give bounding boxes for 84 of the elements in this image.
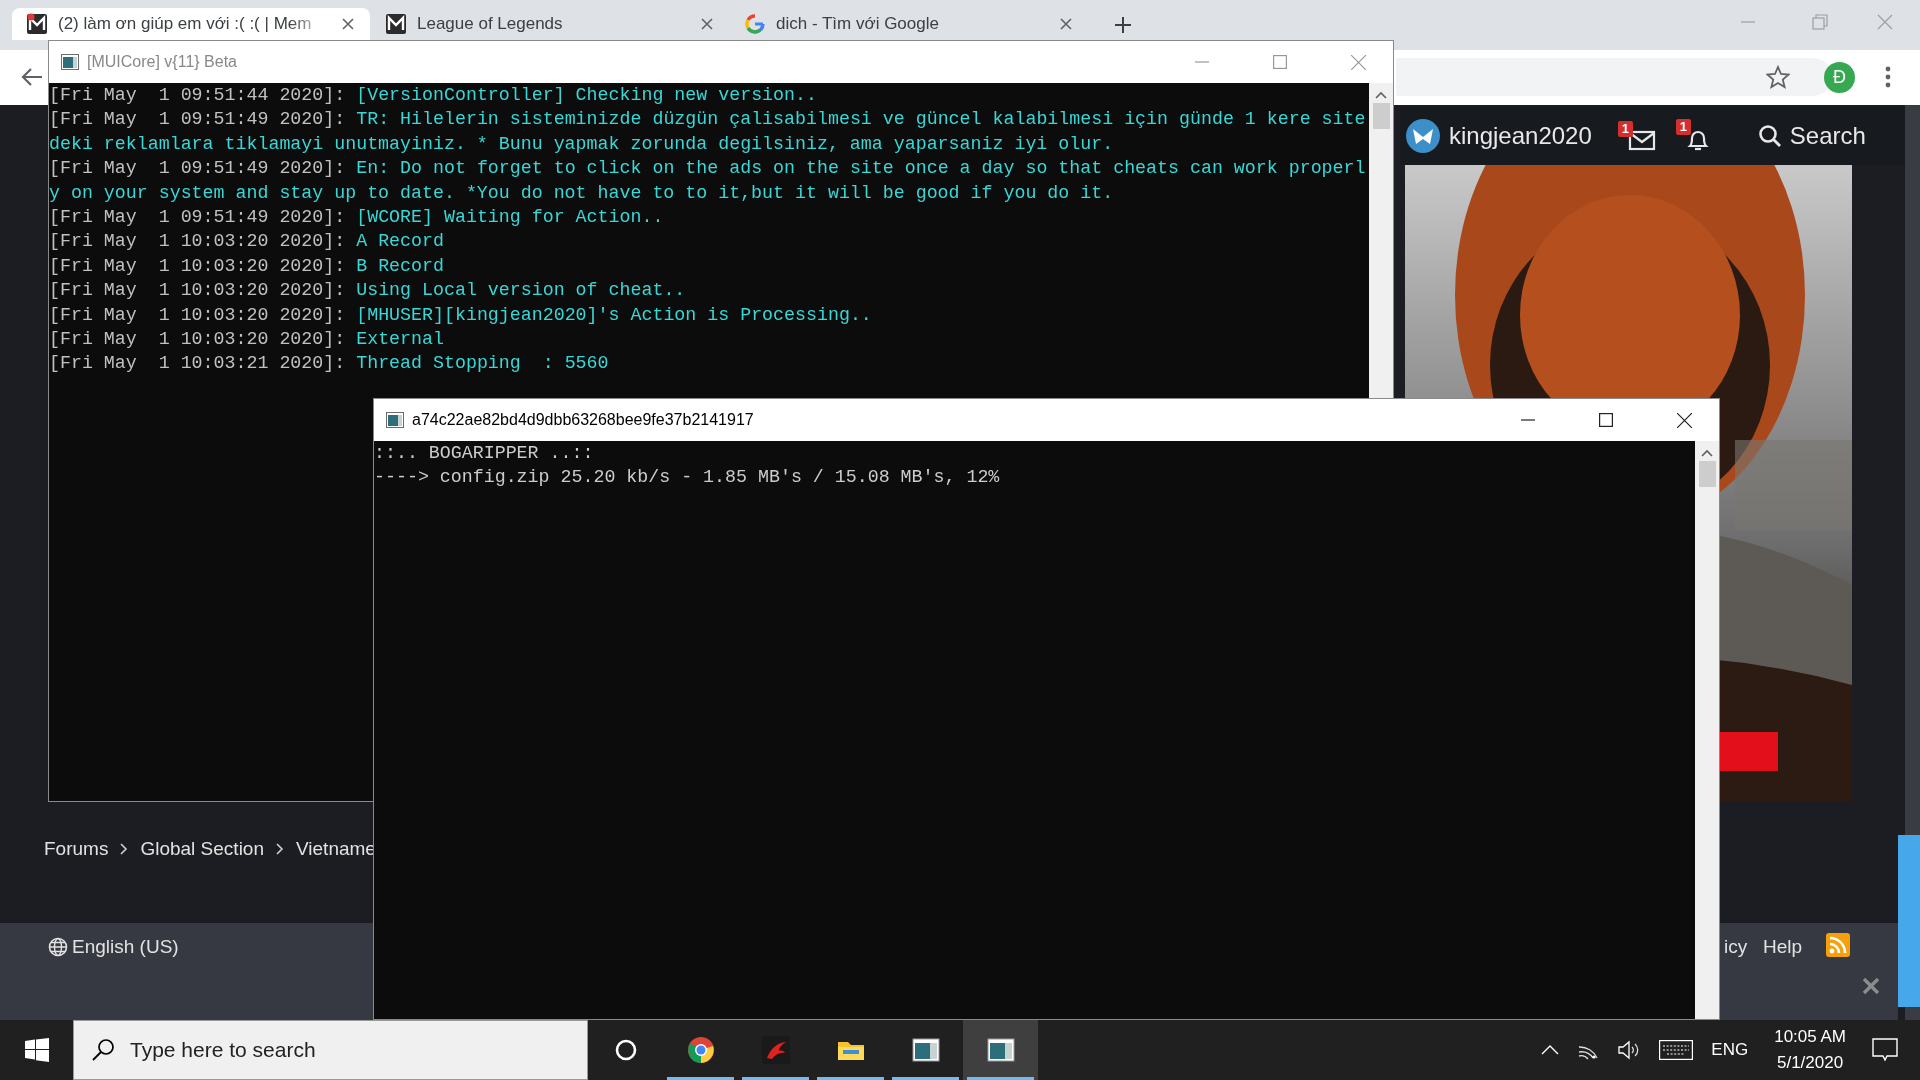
notification-icon[interactable] — [1872, 1037, 1898, 1063]
star-icon[interactable] — [1766, 65, 1790, 89]
google-icon — [744, 13, 766, 35]
log-timestamp: [Fri May 1 10:03:20 2020]: — [49, 231, 346, 252]
close-icon[interactable] — [340, 16, 356, 32]
console-icon — [61, 54, 79, 70]
scroll-up-icon[interactable] — [1701, 449, 1713, 457]
log-timestamp: [Fri May 1 10:03:20 2020]: — [49, 280, 346, 301]
log-message: [MHUSER][kingjean2020]'s Action is Processing.. — [356, 304, 872, 325]
clock[interactable]: 10:05 AM 5/1/2020 — [1774, 1024, 1846, 1076]
close-icon[interactable] — [1058, 16, 1074, 32]
avatar-icon — [1405, 118, 1441, 154]
alerts-button[interactable]: 1 — [1675, 119, 1710, 153]
console-icon — [911, 1036, 940, 1064]
log-message: Thread Stopping : 5560 — [356, 353, 609, 374]
browser-tab[interactable]: (2) làm ơn giúp em với :( :( | Mem — [12, 8, 370, 40]
chevron-icon — [120, 843, 129, 856]
log-timestamp: [Fri May 1 10:03:20 2020]: — [49, 255, 346, 276]
search-icon — [1757, 124, 1782, 148]
console-line: ::.. BOGARIPPER ..:: — [374, 443, 594, 463]
keyboard-icon[interactable] — [1659, 1040, 1694, 1060]
back-arrow-icon[interactable] — [21, 67, 43, 87]
cortana-icon — [613, 1038, 638, 1062]
log-timestamp: [Fri May 1 09:51:49 2020]: — [49, 158, 346, 179]
scrollbar-thumb[interactable] — [1698, 461, 1716, 487]
scroll-up-icon[interactable] — [1375, 91, 1387, 99]
log-message: [WCORE] Waiting for Action.. — [356, 207, 664, 228]
window-title: a74c22ae82bd4d9dbb63268bee9fe37b2141917 — [412, 410, 755, 430]
maximize-icon — [1599, 413, 1613, 427]
search-icon — [91, 1038, 115, 1062]
log-timestamp: [Fri May 1 09:51:44 2020]: — [49, 85, 346, 105]
close-icon[interactable] — [1862, 977, 1880, 995]
log-message: deki reklamlara tiklamayi unutmayiniz. * Bunu yapmak zorunda degilsiniz, ama yaparsaniz iyi olur. — [49, 133, 1114, 154]
footer-link[interactable]: Help — [1763, 933, 1803, 962]
m-logo-icon — [26, 13, 48, 35]
breadcrumb-link[interactable]: Global Section — [140, 835, 264, 864]
log-message: A Record — [356, 231, 444, 252]
close-icon[interactable] — [699, 16, 715, 32]
log-message: En: Do not forget to click on the ads on the site once a day so that cheats can work properl — [356, 158, 1366, 179]
browser-tab[interactable]: dich - Tìm với Google — [730, 8, 1088, 40]
log-message: TR: Hilelerin sisteminizde düzgün çalisabilmesi ve güncel kalabilmesi için günde 1 kere site — [356, 109, 1366, 130]
scrollbar-thumb[interactable] — [1372, 103, 1390, 129]
close-icon — [1350, 54, 1366, 70]
chevron-up-icon[interactable] — [1541, 1045, 1560, 1055]
notification-badge: 1 — [1617, 121, 1634, 137]
taskbar-app[interactable] — [963, 1020, 1038, 1080]
log-timestamp: [Fri May 1 10:03:21 2020]: — [49, 353, 346, 374]
user-menu[interactable]: kingjean2020 — [1405, 118, 1592, 154]
browser-tab[interactable]: League of Legends — [371, 8, 729, 40]
language-indicator[interactable]: ENG — [1711, 1037, 1749, 1063]
messages-button[interactable]: 1 — [1617, 121, 1656, 151]
m-logo-icon — [385, 13, 407, 35]
rss-icon[interactable] — [1826, 933, 1850, 957]
breadcrumb-link[interactable]: Forums — [44, 835, 109, 864]
log-message: External — [356, 329, 444, 350]
globe-icon — [48, 937, 68, 958]
maximize-icon — [1273, 55, 1287, 69]
search-button[interactable]: Search — [1757, 118, 1866, 154]
log-message: B Record — [356, 255, 444, 276]
footer-link[interactable]: icy — [1724, 933, 1748, 962]
window-title: [MUICore] v{11} Beta — [87, 52, 238, 72]
log-timestamp: [Fri May 1 10:03:20 2020]: — [49, 304, 346, 325]
log-timestamp: [Fri May 1 09:51:49 2020]: — [49, 109, 346, 130]
log-message: [VersionController] Checking new version.. — [356, 85, 817, 105]
log-timestamp: [Fri May 1 10:03:20 2020]: — [49, 329, 346, 350]
chevron-icon — [276, 843, 284, 856]
search-field[interactable]: Type here to search — [73, 1020, 588, 1080]
console-icon — [386, 412, 404, 428]
breadcrumb-link[interactable]: Vietname — [296, 835, 376, 864]
new-tab-icon[interactable] — [1114, 16, 1132, 34]
scrollbar-thumb[interactable] — [1898, 835, 1920, 1007]
console-line: ----> config.zip 25.20 kb/s - 1.85 MB's / 15.08 MB's, 12% — [374, 467, 1000, 488]
close-icon — [1676, 412, 1692, 428]
language-link[interactable]: English (US) — [48, 933, 179, 962]
console-icon — [986, 1036, 1015, 1064]
log-message: y on your system and stay up to date. *You do not have to to it,but it will be good if you do it. — [49, 182, 1114, 203]
log-message: Using Local version of cheat.. — [356, 280, 686, 301]
dragon-icon — [761, 1036, 790, 1064]
log-timestamp: [Fri May 1 09:51:49 2020]: — [49, 207, 346, 228]
windows-logo-icon — [24, 1038, 49, 1062]
notification-badge: 1 — [1675, 119, 1692, 135]
mail-icon — [1627, 129, 1656, 151]
more-menu-icon[interactable] — [1885, 66, 1891, 88]
chrome-icon — [686, 1036, 715, 1064]
